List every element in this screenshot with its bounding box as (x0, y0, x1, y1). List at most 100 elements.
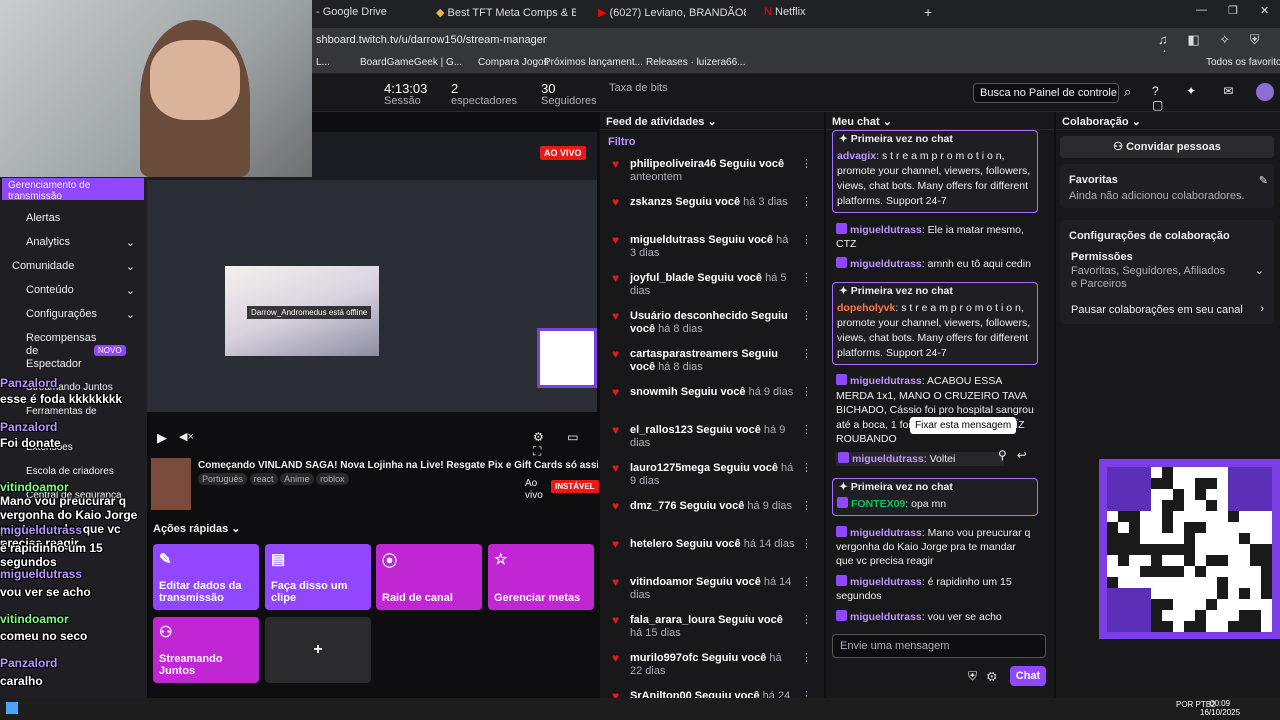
chat-message: migueldutrass: amnh eu tô aqui cedin (836, 257, 1036, 271)
sidebar-item-analytics[interactable]: Analytics ⌄ (8, 236, 143, 249)
offline-label: Darrow_Andromedus está offline (247, 306, 372, 319)
collab-header[interactable]: Colaboração ⌄ (1056, 112, 1280, 130)
overlay-message: Foi donate (0, 436, 61, 450)
sidebar-item-community[interactable]: Comunidade ⌄ (8, 260, 143, 273)
more-icon[interactable]: ⋮ (801, 196, 812, 209)
tft-icon: ◆ (436, 7, 448, 19)
more-icon[interactable]: ⋮ (801, 424, 812, 437)
chat-settings-icons[interactable]: ⛨⚙ (968, 669, 1007, 684)
invite-button[interactable]: ⚇ Convidar pessoas (1060, 136, 1274, 158)
message-actions[interactable]: ⚲↩ (998, 448, 1037, 462)
all-bookmarks[interactable]: Todos os favoritos (1206, 57, 1280, 68)
stream-thumbnail (151, 458, 191, 510)
quick-action-goals[interactable]: ☆ Gerenciar metas (488, 544, 594, 610)
chevron-down-icon[interactable]: ⌄ (1255, 264, 1264, 277)
stat-followers: 30 Seguidores (541, 81, 597, 107)
search-icon[interactable]: ⌕ (1124, 84, 1131, 100)
chat-header[interactable]: Meu chat ⌄ (826, 112, 1054, 130)
sidebar-item-content[interactable]: Conteúdo ⌄ (8, 284, 143, 297)
sidebar-item-settings[interactable]: Configurações ⌄ (8, 308, 143, 321)
quick-action-edit[interactable]: ✎ Editar dados da transmissão (153, 544, 259, 610)
add-quick-action-button[interactable]: + (265, 617, 371, 683)
heart-icon: ♥ (612, 461, 620, 475)
tab-netflix[interactable]: N Netflix (764, 6, 824, 22)
sidebar-item-stream-manager[interactable]: Gerenciamento de transmissão (2, 178, 144, 202)
bookmark[interactable]: Releases · luizera66... (646, 57, 746, 68)
chat-message: migueldutrass: Voltei (836, 452, 1004, 466)
stream-title[interactable]: Começando VINLAND SAGA! Nova Lojinha na … (198, 460, 598, 471)
more-icon[interactable]: ⋮ (801, 462, 812, 475)
quick-action-clip[interactable]: ▤ Faça disso um clipe (265, 544, 371, 610)
new-badge: NOVO (94, 345, 126, 356)
bookmark[interactable]: L... (316, 57, 330, 68)
quick-action-raid[interactable]: ⦿ Raid de canal (376, 544, 482, 610)
stream-tags: Português react Anime roblox (198, 473, 349, 485)
overlay-username: Panzalord (0, 420, 58, 434)
more-icon[interactable]: ⋮ (801, 538, 812, 551)
chevron-right-icon[interactable]: › (1260, 303, 1264, 315)
heart-icon: ♥ (612, 309, 620, 323)
feed-header[interactable]: Feed de atividades ⌄ (600, 112, 824, 130)
youtube-icon: ▶ (598, 7, 610, 19)
bookmark[interactable]: Compara Jogos (478, 57, 549, 68)
bookmark[interactable]: Próximos lançament... (544, 57, 643, 68)
more-icon[interactable]: ⋮ (801, 500, 812, 513)
more-icon[interactable]: ⋮ (801, 614, 812, 627)
bookmark[interactable]: BoardGameGeek | G... (360, 57, 462, 68)
chat-input[interactable]: Envie uma mensagem (832, 634, 1046, 658)
more-icon[interactable]: ⋮ (801, 234, 812, 247)
overlay-username: vitindoamor (0, 612, 69, 626)
first-time-chat-card: ✦ Primeira vez no chat advagix: s t r e … (832, 130, 1038, 213)
heart-icon: ♥ (612, 499, 620, 513)
stat-bitrate: Taxa de bits (609, 82, 668, 94)
new-tab-button[interactable]: + (924, 4, 932, 20)
sidebar-item-alerts[interactable]: Alertas (8, 212, 143, 224)
minimize-icon[interactable]: — (1196, 4, 1207, 20)
tab-google-drive[interactable]: - Google Drive (316, 6, 426, 22)
avatar[interactable] (1256, 83, 1274, 101)
more-icon[interactable]: ⋮ (801, 576, 812, 589)
sidebar-item-creator-school[interactable]: Escola de criadores (8, 466, 143, 477)
overlay-username: migueldutrass (0, 567, 83, 581)
favorites-card: Favoritas Ainda não adicionou colaborado… (1060, 164, 1274, 208)
overlay-message: é rapidinho um 15 segundos (0, 541, 103, 569)
unstable-badge: INSTÁVEL (551, 480, 599, 493)
more-icon[interactable]: ⋮ (801, 348, 812, 361)
sidebar-item-rewards[interactable]: Recompensas de Espectador (8, 332, 96, 371)
heart-icon: ♥ (612, 613, 620, 627)
windows-start-icon[interactable] (6, 702, 18, 714)
feed-filter[interactable]: Filtro (608, 136, 636, 148)
volume-icon[interactable]: ◀× (179, 430, 194, 443)
live-badge: AO VIVO (540, 146, 586, 160)
more-icon[interactable]: ⋮ (801, 158, 812, 171)
tab-tft[interactable]: ◆ Best TFT Meta Comps & Builds - Set (436, 6, 576, 22)
tab-youtube[interactable]: ▶ (6027) Leviano, BRANDÃO85 - Arma (598, 6, 746, 22)
heart-icon: ♥ (612, 157, 620, 171)
play-icon[interactable]: ▶ (157, 430, 167, 446)
overlay-username: migueldutrass (0, 523, 83, 537)
chat-send-button[interactable]: Chat (1010, 666, 1046, 686)
heart-icon: ♥ (612, 347, 620, 361)
maximize-icon[interactable]: ❐ (1228, 4, 1238, 20)
clock[interactable]: 00:09 16/10/2025 (1200, 699, 1240, 717)
more-icon[interactable]: ⋮ (801, 272, 812, 285)
sidebar-item-tools[interactable]: Ferramentas de (8, 406, 143, 417)
quick-action-stream-together[interactable]: ⚇ Streamando Juntos (153, 617, 259, 683)
more-icon[interactable]: ⋮ (801, 652, 812, 665)
quick-actions-title[interactable]: Ações rápidas ⌄ (153, 522, 240, 535)
chat-message: migueldutrass: Ele ia matar mesmo, CTZ (836, 223, 1024, 250)
overlay-username: vitindoamor (0, 480, 69, 494)
player-controls[interactable]: ⚙ ▭ ⛶ (533, 430, 597, 459)
edit-icon[interactable]: ✎ (1259, 174, 1268, 187)
heart-icon: ♥ (612, 575, 620, 589)
more-icon[interactable]: ⋮ (801, 310, 812, 323)
more-icon[interactable]: ⋮ (801, 386, 812, 399)
pause-collab[interactable]: Pausar colaborações em seu canal (1071, 304, 1243, 316)
activity-feed: Feed de atividades ⌄ Filtro ♥ philipeoliv… (600, 112, 824, 703)
overlay-username: Panzalord (0, 376, 58, 390)
search-input[interactable]: Busca no Painel de controle (C (973, 83, 1119, 103)
close-icon[interactable]: ✕ (1260, 4, 1269, 20)
collab-settings-card: Configurações de colaboração Permissões … (1060, 220, 1274, 324)
netflix-icon: N (764, 6, 775, 18)
overlay-message: comeu no seco (0, 629, 88, 643)
